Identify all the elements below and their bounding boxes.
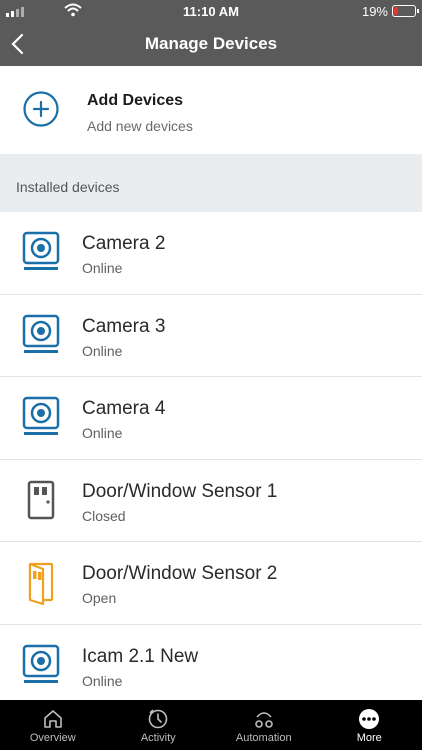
add-devices-title: Add Devices [87,92,184,109]
device-row-camera-2[interactable]: Camera 2 Online [0,212,422,295]
section-header: Installed devices [0,154,422,212]
tab-label: Overview [29,732,76,744]
device-name: Camera 4 [82,398,166,419]
add-circle-icon [23,91,59,127]
door-closed-icon [27,480,55,519]
device-status: Online [82,672,123,689]
tab-label: Automation [235,732,292,744]
device-name: Camera 2 [82,233,166,254]
device-name: Door/Window Sensor 1 [82,480,278,502]
tab-bar: Overview Activity Automation More [0,700,422,750]
device-row-door-window-sensor-1[interactable]: Door/Window Sensor 1 Closed [0,459,422,542]
home-icon [43,710,62,728]
device-status: Online [82,342,123,359]
device-status: Open [82,590,117,606]
tab-more[interactable]: More [317,700,422,750]
add-devices-subtitle: Add new devices [87,118,193,134]
device-row-camera-3[interactable]: Camera 3 Online [0,294,422,377]
device-row-door-window-sensor-2[interactable]: Door/Window Sensor 2 Open [0,542,422,625]
device-status: Online [82,425,123,441]
camera-icon [22,314,60,353]
tab-label: Activity [140,732,176,744]
device-name: Camera 3 [82,315,166,337]
device-list: Camera 2 Online Camera 3 Online Camera 4… [0,212,422,707]
section-header-label: Installed devices [16,179,120,195]
device-row-camera-4[interactable]: Camera 4 Online [0,377,422,460]
tab-automation[interactable]: Automation [211,700,317,750]
battery-icon [392,5,419,17]
tab-activity[interactable]: Activity [106,700,212,750]
camera-icon [22,231,60,270]
door-open-icon [28,562,54,606]
camera-icon [22,396,60,435]
device-status: Online [82,260,123,276]
camera-icon [22,644,60,683]
device-name: Icam 2.1 New [82,645,199,667]
tab-label: More [356,732,382,744]
status-time: 11:10 AM [183,4,239,19]
status-bar: 11:10 AM 19% [0,0,422,22]
add-devices-row[interactable]: Add Devices Add new devices [0,66,422,154]
activity-icon [148,709,168,729]
device-name: Door/Window Sensor 2 [82,563,278,584]
nav-bar: Manage Devices [0,22,422,66]
device-status: Closed [82,507,126,524]
page-title: Manage Devices [144,34,278,53]
more-icon [359,709,380,729]
device-row-icam-2-1-new[interactable]: Icam 2.1 New Online [0,624,422,707]
automation-icon [254,712,273,728]
battery-percent: 19% [361,4,388,19]
tab-overview[interactable]: Overview [0,700,106,750]
